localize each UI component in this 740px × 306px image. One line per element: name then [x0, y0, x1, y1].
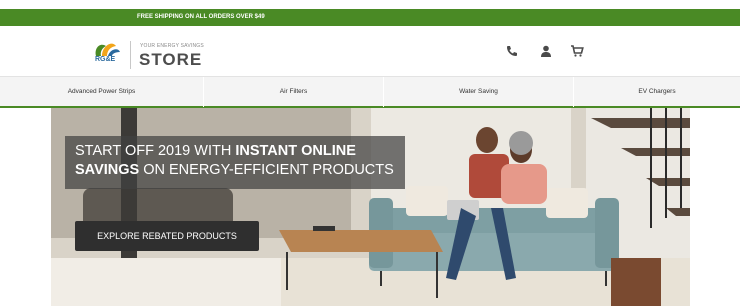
logo-divider — [130, 41, 131, 69]
nav-item-advanced-power-strips[interactable]: Advanced Power Strips — [0, 77, 204, 107]
hero-headline-part2: ON ENERGY-EFFICIENT PRODUCTS — [139, 162, 394, 178]
user-icon[interactable] — [539, 44, 553, 58]
nav-item-air-filters[interactable]: Air Filters — [204, 77, 384, 107]
store-wordmark[interactable]: STORE — [139, 50, 202, 70]
hero-headline-part1: START OFF 2019 WITH — [75, 143, 236, 159]
site-header: RG&E YOUR ENERGY SAVINGS STORE — [0, 26, 740, 76]
promo-bar: FREE SHIPPING ON ALL ORDERS OVER $49 — [0, 9, 740, 26]
main-nav: Advanced Power Strips Air Filters Water … — [0, 76, 740, 108]
nav-item-water-saving[interactable]: Water Saving — [384, 77, 574, 107]
explore-rebated-products-button[interactable]: EXPLORE REBATED PRODUCTS — [75, 221, 259, 251]
nav-item-ev-chargers[interactable]: EV Chargers — [574, 77, 740, 107]
phone-icon[interactable] — [505, 44, 519, 58]
hero-headline-box: START OFF 2019 WITH INSTANT ONLINE SAVIN… — [65, 136, 405, 189]
store-tagline: YOUR ENERGY SAVINGS — [140, 43, 204, 49]
promo-text: FREE SHIPPING ON ALL ORDERS OVER $49 — [137, 14, 265, 20]
hero-banner[interactable]: START OFF 2019 WITH INSTANT ONLINE SAVIN… — [51, 108, 690, 306]
logo-text: RG&E — [95, 56, 116, 63]
cart-icon[interactable] — [570, 44, 584, 58]
